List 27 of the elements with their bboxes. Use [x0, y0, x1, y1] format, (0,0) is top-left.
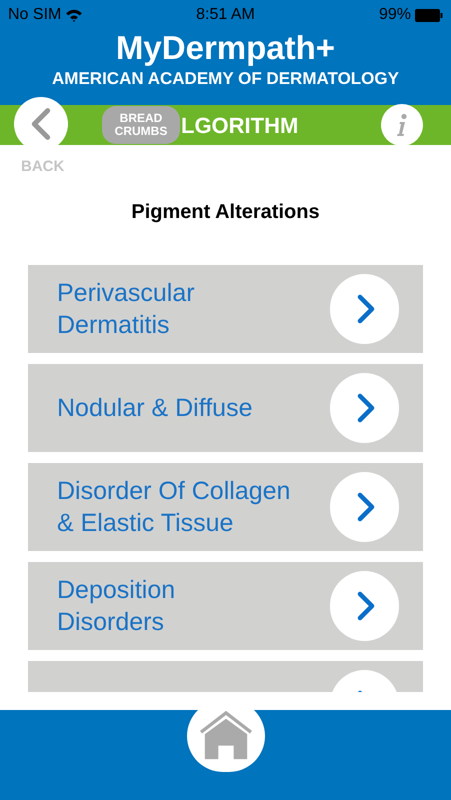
nav-title: LGORITHM: [181, 112, 298, 140]
category-label: Nodular & Diffuse: [57, 392, 254, 424]
info-icon: [396, 113, 408, 137]
chevron-right-icon: [357, 292, 376, 324]
category-row[interactable]: Deposition Disorders: [28, 562, 423, 650]
home-icon: [199, 711, 253, 761]
battery-icon: [415, 8, 443, 22]
carrier-label: No SIM: [8, 5, 62, 25]
back-link[interactable]: BACK: [21, 156, 64, 178]
chevron-right-icon: [357, 392, 376, 424]
battery-label: 99%: [378, 5, 411, 25]
chevron-right-icon: [357, 490, 376, 522]
app-title: MyDermpath+: [114, 30, 336, 66]
page-title: Pigment Alterations: [130, 200, 321, 224]
breadcrumbs-button[interactable]: BREAD CRUMBS: [102, 106, 180, 144]
app-subtitle: AMERICAN ACADEMY OF DERMATOLOGY: [51, 68, 400, 90]
category-row[interactable]: Perivascular Dermatitis: [28, 264, 423, 352]
wifi-icon: [65, 8, 84, 22]
info-button[interactable]: [381, 104, 423, 146]
category-label: Disorder Of Collagen & Elastic Tissue: [57, 476, 292, 538]
chevron-right-icon: [357, 590, 376, 622]
category-label: Perivascular Dermatitis: [57, 278, 196, 340]
back-chevron-icon: [31, 107, 51, 141]
category-row[interactable]: Nodular & Diffuse: [28, 364, 423, 452]
category-label: Deposition Disorders: [57, 574, 176, 638]
clock-text: 8:51 AM: [196, 5, 255, 25]
category-row[interactable]: Disorder Of Collagen & Elastic Tissue: [28, 462, 423, 550]
